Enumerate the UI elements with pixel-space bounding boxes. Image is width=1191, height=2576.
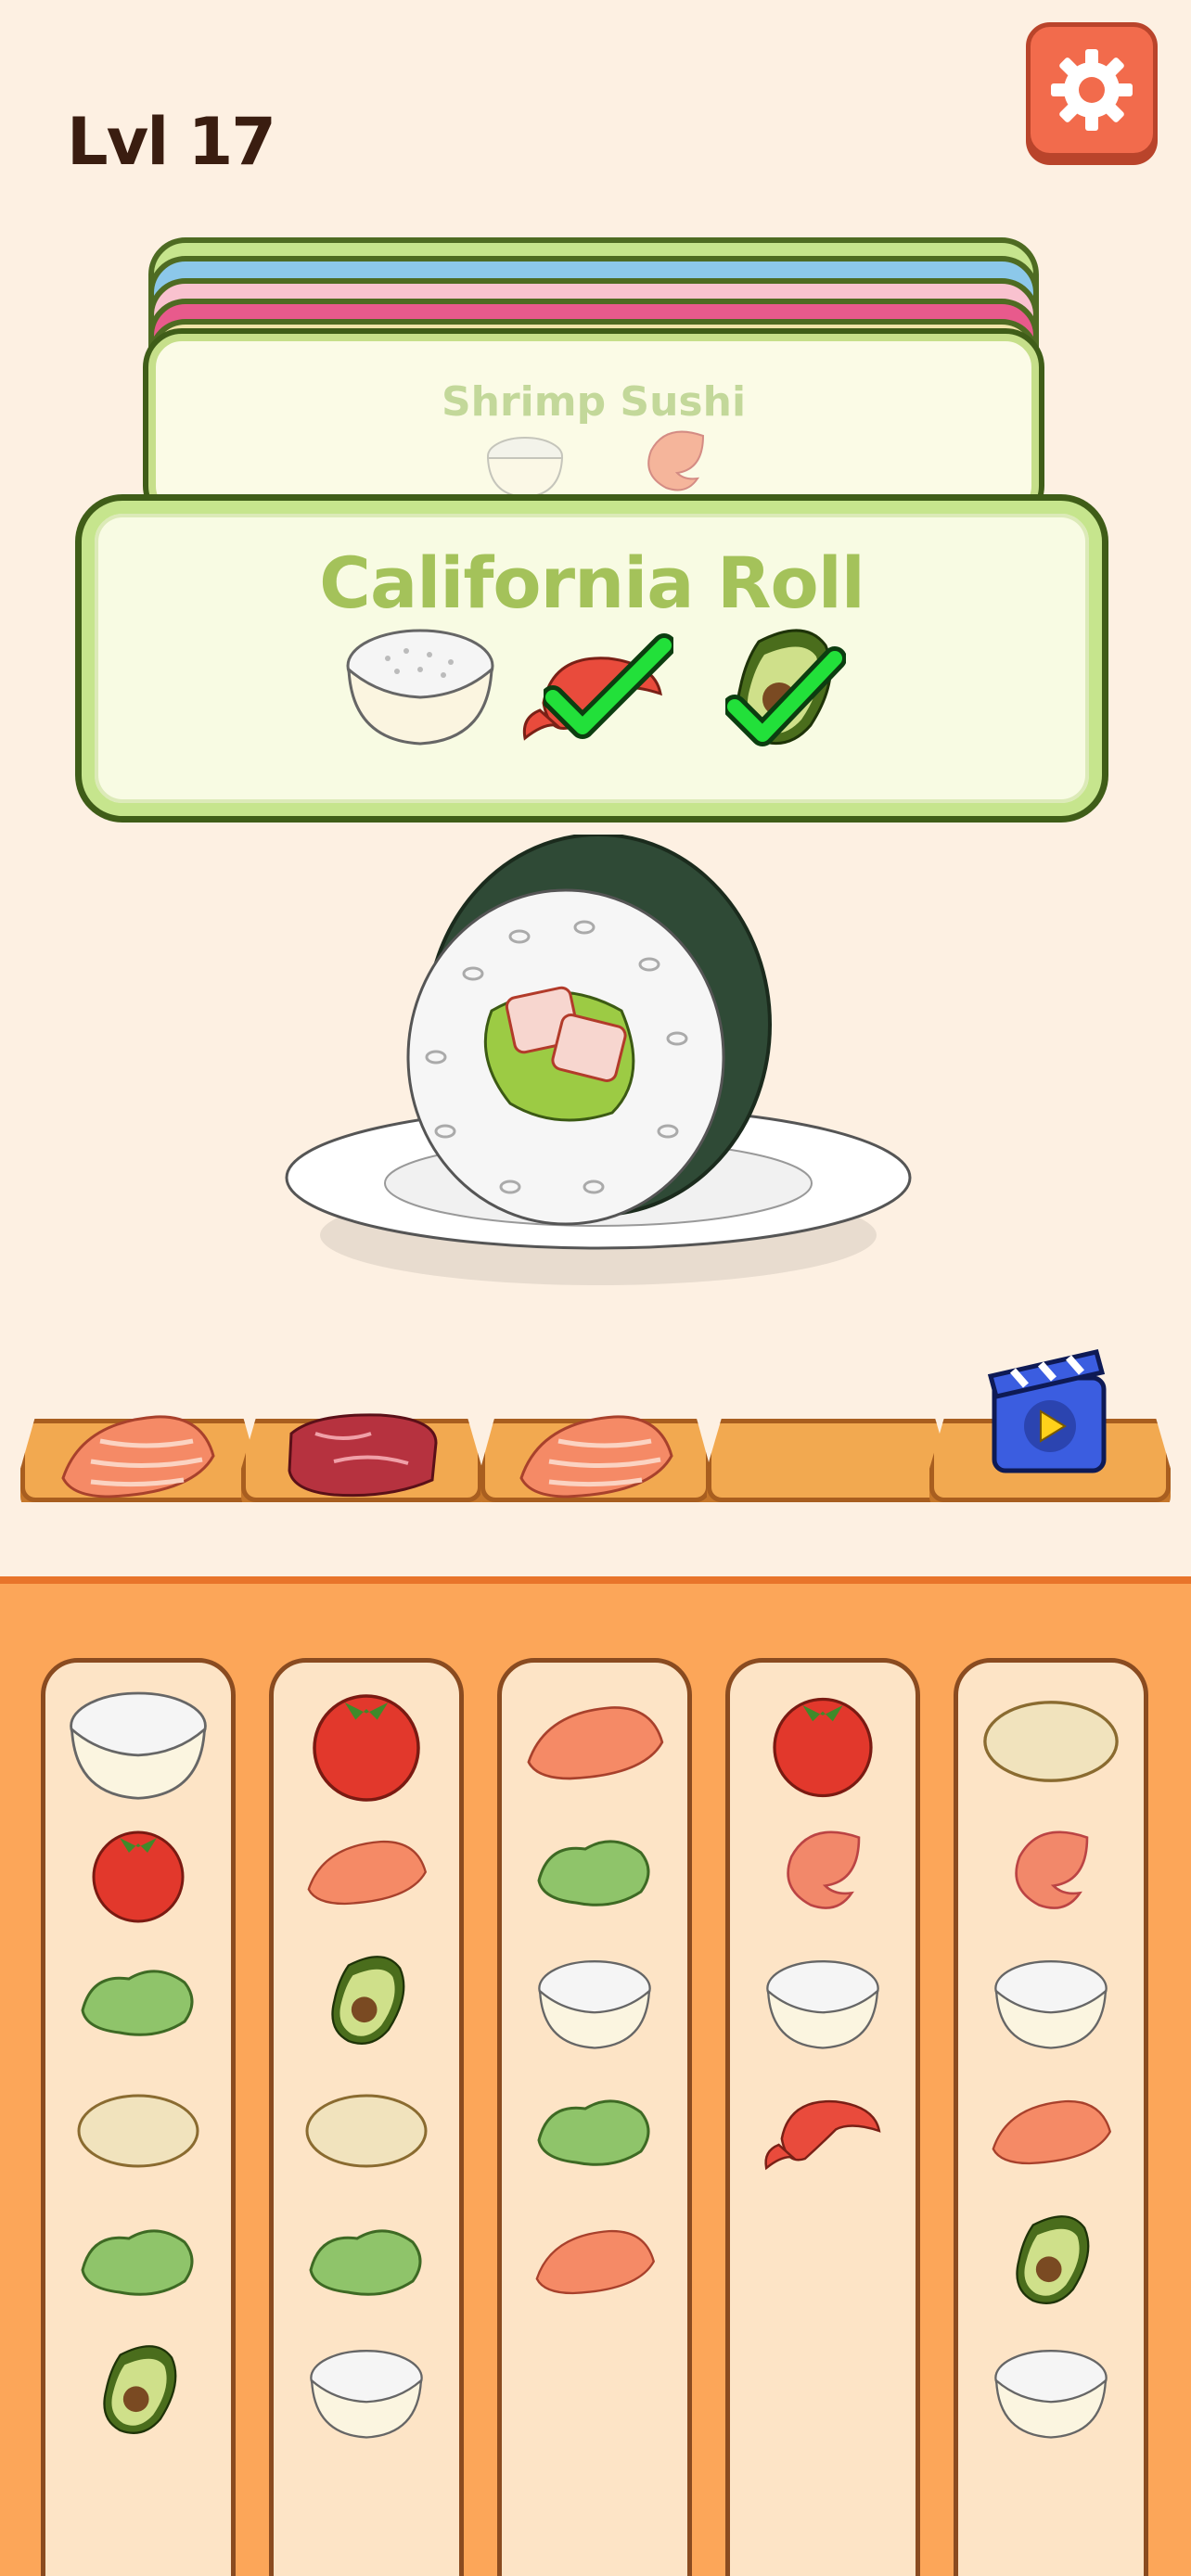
- tomato-icon[interactable]: [730, 1681, 916, 1802]
- shrimp-icon: [647, 430, 705, 491]
- lettuce-icon[interactable]: [502, 2071, 687, 2191]
- salmon-icon[interactable]: [958, 2071, 1144, 2191]
- bun-icon[interactable]: [45, 2071, 231, 2191]
- shrimp-icon[interactable]: [958, 1811, 1144, 1932]
- salmon-icon: [61, 1415, 215, 1498]
- rice-icon[interactable]: [45, 1681, 231, 1802]
- rice-icon[interactable]: [958, 2330, 1144, 2451]
- bun-icon[interactable]: [958, 1681, 1144, 1802]
- ingredient-board: [0, 1576, 1191, 2576]
- video-ad-icon[interactable]: [985, 1339, 1115, 1478]
- tray-board: [707, 1419, 950, 1502]
- salmon-icon: [519, 1415, 673, 1498]
- avocado-icon[interactable]: [274, 1941, 459, 2061]
- current-order-title: California Roll: [319, 542, 865, 624]
- tray-slot-empty[interactable]: [707, 1409, 950, 1502]
- checkmark-icon: [544, 633, 673, 739]
- rice-icon: [486, 437, 564, 499]
- bun-icon[interactable]: [274, 2071, 459, 2191]
- level-label: Lvl 17: [67, 104, 276, 180]
- avocado-icon[interactable]: [958, 2200, 1144, 2321]
- ingredient-column-3[interactable]: [497, 1658, 692, 2576]
- settings-button[interactable]: [1026, 22, 1158, 158]
- dish-plate: [278, 833, 918, 1298]
- beef-icon: [288, 1413, 438, 1498]
- salmon-icon[interactable]: [274, 1811, 459, 1932]
- lettuce-icon[interactable]: [45, 1941, 231, 2061]
- tray-slot[interactable]: [241, 1409, 482, 1502]
- ingredient-column-5[interactable]: [954, 1658, 1148, 2576]
- checkmark-icon: [725, 646, 846, 746]
- next-order-title: Shrimp Sushi: [441, 378, 747, 426]
- next-order-card: Shrimp Sushi: [148, 334, 1039, 519]
- rice-icon[interactable]: [958, 1941, 1144, 2061]
- lettuce-icon[interactable]: [502, 1811, 687, 1932]
- rice-icon: [346, 629, 494, 746]
- lettuce-icon[interactable]: [274, 2200, 459, 2321]
- ingredient-column-4[interactable]: [725, 1658, 920, 2576]
- rice-icon[interactable]: [274, 2330, 459, 2451]
- tomato-icon[interactable]: [45, 1811, 231, 1932]
- tomato-icon[interactable]: [274, 1681, 459, 1802]
- ingredient-column-1[interactable]: [41, 1658, 236, 2576]
- tray-slot[interactable]: [20, 1409, 258, 1502]
- california-roll-icon: [285, 833, 912, 1285]
- current-order-card: California Roll: [82, 501, 1102, 816]
- salmon-icon[interactable]: [502, 2200, 687, 2321]
- tray-slot-locked[interactable]: [929, 1349, 1171, 1502]
- gear-icon: [1051, 49, 1133, 131]
- lettuce-icon[interactable]: [45, 2200, 231, 2321]
- ingredient-column-2[interactable]: [269, 1658, 464, 2576]
- tray-slot[interactable]: [480, 1409, 711, 1502]
- shrimp-icon[interactable]: [730, 1811, 916, 1932]
- rice-icon[interactable]: [730, 1941, 916, 2061]
- rice-icon[interactable]: [502, 1941, 687, 2061]
- salmon-icon[interactable]: [502, 1681, 687, 1802]
- avocado-icon[interactable]: [45, 2330, 231, 2451]
- crab-icon[interactable]: [730, 2071, 916, 2191]
